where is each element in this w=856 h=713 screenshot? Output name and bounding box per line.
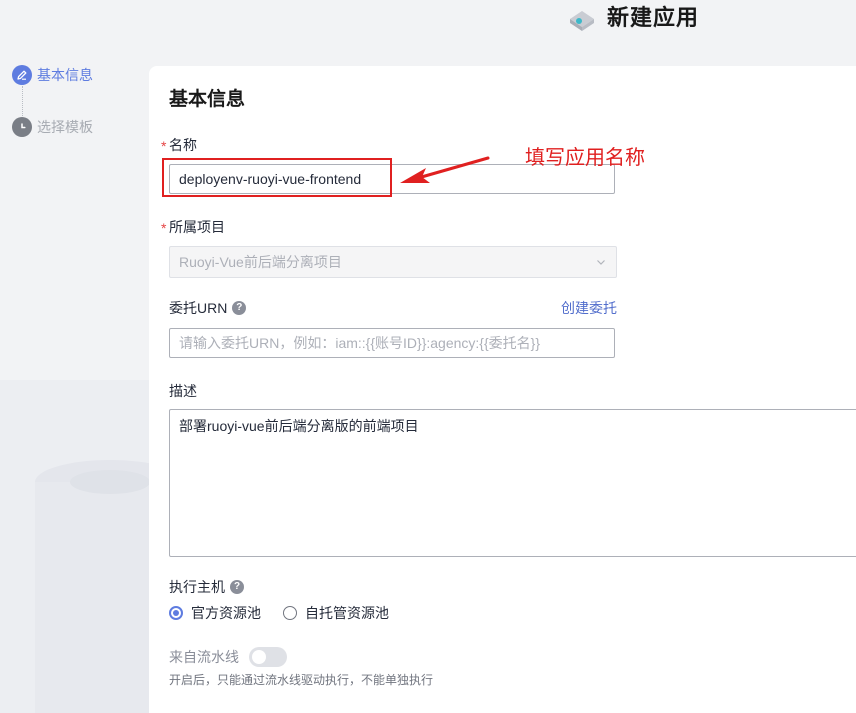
radio-self-hosted-pool[interactable]: 自托管资源池 <box>283 603 389 623</box>
project-label: 所属项目 <box>169 219 225 235</box>
urn-label: 委托URN ? <box>169 298 247 318</box>
create-agency-link[interactable]: 创建委托 <box>561 298 617 318</box>
step-label: 选择模板 <box>37 119 93 135</box>
app-logo-icon <box>570 11 594 31</box>
radio-official-pool[interactable]: 官方资源池 <box>169 603 261 623</box>
help-icon[interactable]: ? <box>230 580 244 594</box>
clock-icon <box>12 117 32 137</box>
pipeline-row: 来自流水线 <box>169 647 287 667</box>
radio-checked-icon <box>169 606 183 620</box>
help-icon[interactable]: ? <box>232 301 247 315</box>
page-title: 新建应用 <box>607 5 700 30</box>
pipeline-label: 来自流水线 <box>169 649 239 665</box>
step-select-template[interactable]: 选择模板 <box>12 116 93 138</box>
step-basic-info[interactable]: 基本信息 <box>12 64 93 86</box>
description-textarea[interactable]: 部署ruoyi-vue前后端分离版的前端项目 <box>169 409 856 557</box>
radio-label: 官方资源池 <box>191 605 261 621</box>
project-select[interactable]: Ruoyi-Vue前后端分离项目 <box>169 246 617 278</box>
pipeline-toggle[interactable] <box>249 647 287 667</box>
form-panel: 基本信息 * 名称 * 所属项目 Ruoyi-Vue前后端分离项目 委托URN … <box>149 66 856 713</box>
step-navigation: 基本信息 选择模板 <box>12 64 93 138</box>
radio-unchecked-icon <box>283 606 297 620</box>
top-bar: 新建应用 <box>0 0 856 50</box>
step-label: 基本信息 <box>37 67 93 83</box>
host-label: 执行主机 ? <box>169 577 244 597</box>
step-connector <box>22 86 23 116</box>
urn-label-text: 委托URN <box>169 300 228 316</box>
description-label: 描述 <box>169 383 197 399</box>
chevron-down-icon <box>597 260 605 265</box>
host-radio-group: 官方资源池 自托管资源池 <box>169 603 411 623</box>
section-title: 基本信息 <box>169 89 246 110</box>
host-label-text: 执行主机 <box>169 579 225 595</box>
radio-label: 自托管资源池 <box>305 605 389 621</box>
name-label: 名称 <box>169 137 197 153</box>
project-select-value: Ruoyi-Vue前后端分离项目 <box>179 254 342 270</box>
annotation-text: 填写应用名称 <box>525 147 645 169</box>
required-mark: * <box>161 138 167 154</box>
pencil-icon <box>12 65 32 85</box>
required-mark: * <box>161 220 167 236</box>
pipeline-hint: 开启后，只能通过流水线驱动执行，不能单独执行 <box>169 673 434 687</box>
background-decoration <box>0 380 150 713</box>
urn-input[interactable] <box>169 328 615 358</box>
